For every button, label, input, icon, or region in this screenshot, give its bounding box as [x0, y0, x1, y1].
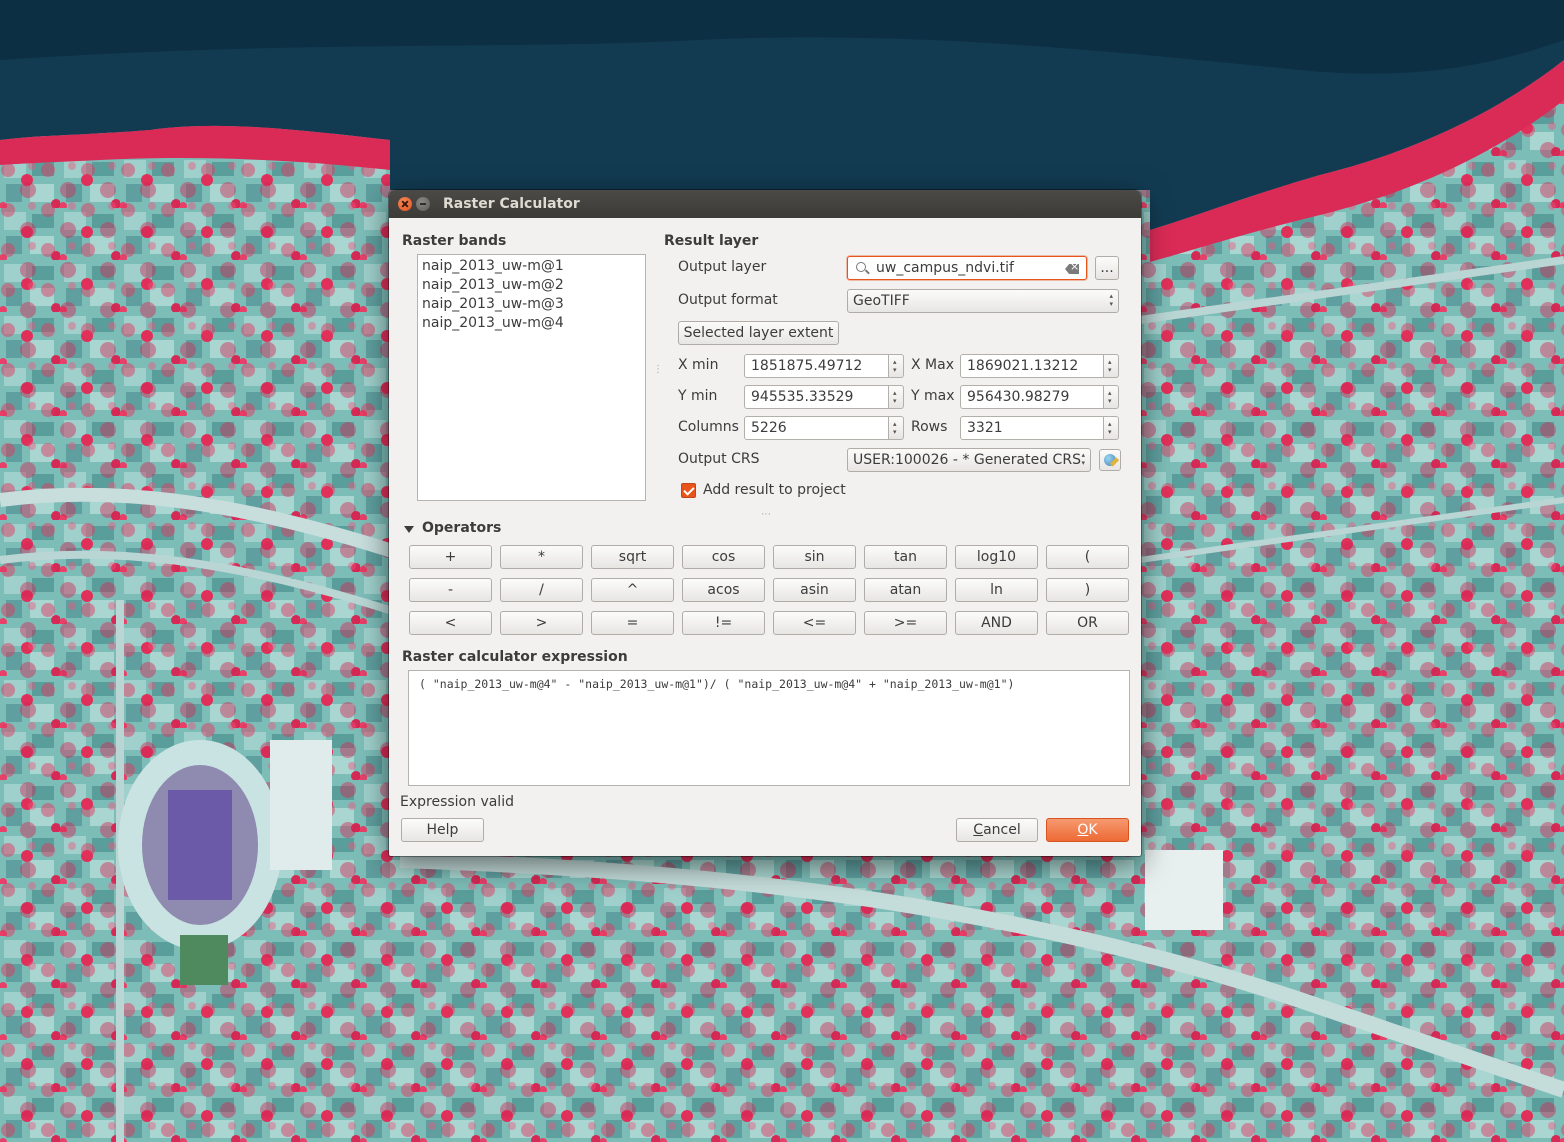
operator-acos-button[interactable]: acos: [682, 578, 765, 602]
output-format-label: Output format: [678, 292, 778, 308]
search-icon: [856, 262, 866, 272]
output-layer-label: Output layer: [678, 259, 767, 275]
window-title: Raster Calculator: [443, 196, 580, 212]
operator-power-button[interactable]: ^: [591, 578, 674, 602]
operator-divide-button[interactable]: /: [500, 578, 583, 602]
operator-sin-button[interactable]: sin: [773, 545, 856, 569]
splitter-handle[interactable]: ⋮: [653, 364, 663, 375]
operator-sqrt-button[interactable]: sqrt: [591, 545, 674, 569]
operator-ln-button[interactable]: ln: [955, 578, 1038, 602]
rows-stepper-icon[interactable]: [1104, 416, 1119, 440]
raster-calculator-dialog: Raster Calculator Raster bands naip_2013…: [389, 190, 1141, 856]
ymax-stepper-icon[interactable]: [1104, 385, 1119, 409]
xmin-stepper-icon[interactable]: [889, 354, 904, 378]
list-item[interactable]: naip_2013_uw-m@3: [422, 295, 641, 314]
rows-spinbox[interactable]: 3321: [960, 416, 1119, 440]
operator-multiply-button[interactable]: *: [500, 545, 583, 569]
xmin-label: X min: [678, 357, 719, 373]
columns-value[interactable]: 5226: [744, 416, 889, 440]
minimize-icon[interactable]: [416, 197, 430, 211]
xmax-label: X Max: [911, 357, 954, 373]
expression-status: Expression valid: [400, 794, 514, 810]
operator-not-equal-button[interactable]: !=: [682, 611, 765, 635]
operator-tan-button[interactable]: tan: [864, 545, 947, 569]
operator-less-than-button[interactable]: <: [409, 611, 492, 635]
cancel-button[interactable]: Cancel: [956, 818, 1038, 842]
output-crs-value: USER:100026 - * Generated CRS: [853, 452, 1081, 468]
xmin-value[interactable]: 1851875.49712: [744, 354, 889, 378]
close-icon[interactable]: [398, 197, 412, 211]
columns-label: Columns: [678, 419, 739, 435]
add-to-project-checkbox[interactable]: [681, 483, 696, 498]
clear-icon[interactable]: [1065, 264, 1079, 274]
operator-greater-equal-button[interactable]: >=: [864, 611, 947, 635]
xmax-value[interactable]: 1869021.13212: [960, 354, 1104, 378]
ymin-spinbox[interactable]: 945535.33529: [744, 385, 904, 409]
ymax-value[interactable]: 956430.98279: [960, 385, 1104, 409]
ok-button[interactable]: OK: [1046, 818, 1129, 842]
operator-less-equal-button[interactable]: <=: [773, 611, 856, 635]
selected-layer-extent-button[interactable]: Selected layer extent: [678, 321, 839, 345]
help-button[interactable]: Help: [401, 818, 484, 842]
expression-heading: Raster calculator expression: [402, 649, 628, 665]
operator-equals-button[interactable]: =: [591, 611, 674, 635]
rows-value[interactable]: 3321: [960, 416, 1104, 440]
add-to-project-label[interactable]: Add result to project: [703, 482, 846, 498]
operator-log10-button[interactable]: log10: [955, 545, 1038, 569]
expression-textarea[interactable]: ( "naip_2013_uw-m@4" - "naip_2013_uw-m@1…: [408, 670, 1130, 786]
operator-close-paren-button[interactable]: ): [1046, 578, 1129, 602]
operator-and-button[interactable]: AND: [955, 611, 1038, 635]
xmax-spinbox[interactable]: 1869021.13212: [960, 354, 1119, 378]
output-format-select[interactable]: GeoTIFF: [847, 289, 1119, 313]
list-item[interactable]: naip_2013_uw-m@2: [422, 276, 641, 295]
operator-plus-button[interactable]: +: [409, 545, 492, 569]
output-layer-field[interactable]: uw_campus_ndvi.tif: [847, 256, 1087, 280]
list-item[interactable]: naip_2013_uw-m@1: [422, 257, 641, 276]
ymax-label: Y max: [911, 388, 955, 404]
operator-open-paren-button[interactable]: (: [1046, 545, 1129, 569]
columns-stepper-icon[interactable]: [889, 416, 904, 440]
output-layer-value: uw_campus_ndvi.tif: [876, 260, 1014, 276]
operator-atan-button[interactable]: atan: [864, 578, 947, 602]
operator-greater-than-button[interactable]: >: [500, 611, 583, 635]
xmin-spinbox[interactable]: 1851875.49712: [744, 354, 904, 378]
ymin-label: Y min: [678, 388, 718, 404]
operator-asin-button[interactable]: asin: [773, 578, 856, 602]
ymin-value[interactable]: 945535.33529: [744, 385, 889, 409]
operator-cos-button[interactable]: cos: [682, 545, 765, 569]
operator-or-button[interactable]: OR: [1046, 611, 1129, 635]
splitter-handle-horizontal[interactable]: ⋯: [761, 509, 771, 520]
result-layer-heading: Result layer: [664, 233, 759, 249]
output-crs-select[interactable]: USER:100026 - * Generated CRS: [847, 448, 1091, 472]
raster-bands-list[interactable]: naip_2013_uw-m@1 naip_2013_uw-m@2 naip_2…: [417, 254, 646, 501]
crs-selector-button[interactable]: [1099, 449, 1121, 471]
operators-heading[interactable]: Operators: [422, 520, 501, 536]
columns-spinbox[interactable]: 5226: [744, 416, 904, 440]
ymin-stepper-icon[interactable]: [889, 385, 904, 409]
output-format-value: GeoTIFF: [853, 293, 910, 309]
output-crs-label: Output CRS: [678, 451, 760, 467]
raster-bands-heading: Raster bands: [402, 233, 507, 249]
rows-label: Rows: [911, 419, 948, 435]
list-item[interactable]: naip_2013_uw-m@4: [422, 314, 641, 333]
browse-button[interactable]: ...: [1095, 256, 1119, 280]
xmax-stepper-icon[interactable]: [1104, 354, 1119, 378]
ymax-spinbox[interactable]: 956430.98279: [960, 385, 1119, 409]
collapse-arrow-icon[interactable]: [404, 526, 414, 533]
title-bar[interactable]: Raster Calculator: [389, 190, 1141, 218]
operator-minus-button[interactable]: -: [409, 578, 492, 602]
